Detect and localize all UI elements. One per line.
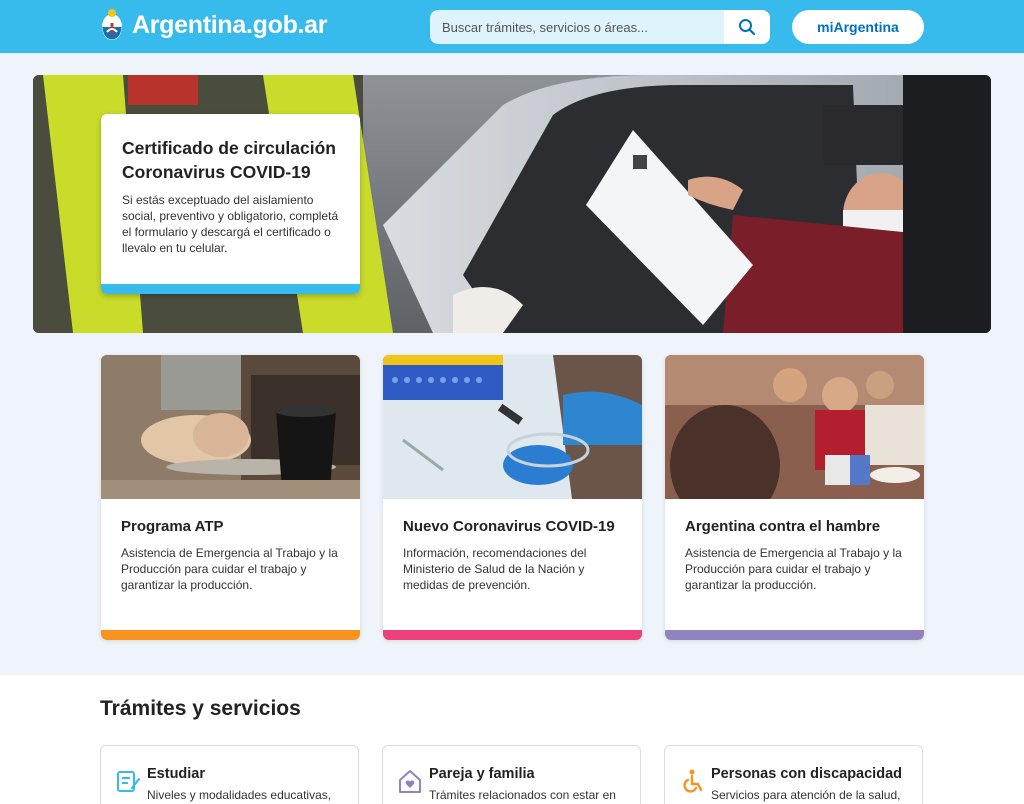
hero-accent-bar [101, 284, 360, 294]
education-icon [117, 771, 141, 792]
service-card-discapacidad[interactable]: Personas con discapacidad Servicios para… [664, 745, 923, 804]
service-description: Trámites relacionados con estar en [429, 788, 616, 802]
wheelchair-icon [683, 769, 703, 793]
feature-accent-bar [101, 630, 360, 640]
coat-of-arms-icon [102, 9, 122, 40]
feature-card-covid[interactable]: Nuevo Coronavirus COVID-19 Información, … [383, 355, 642, 640]
feature-accent-bar [665, 630, 924, 640]
site-name: Argentina.gob.ar [132, 10, 328, 39]
feature-description: Información, recomendaciones del Ministe… [403, 546, 587, 592]
atp-photo [101, 355, 360, 499]
feature-title: Argentina contra el hambre [685, 518, 881, 535]
site-logo[interactable]: Argentina.gob.ar [100, 8, 328, 42]
search-icon [739, 19, 756, 36]
service-title: Estudiar [147, 766, 206, 782]
search-button[interactable] [724, 10, 770, 44]
covid-lab-photo [383, 355, 642, 499]
service-title: Personas con discapacidad [711, 766, 902, 782]
family-home-icon [399, 770, 421, 793]
search-box [430, 10, 770, 44]
hero-description: Si estás exceptuado del aislamiento soci… [122, 193, 339, 255]
service-title: Pareja y familia [429, 766, 535, 782]
feature-description: Asistencia de Emergencia al Trabajo y la… [121, 546, 338, 592]
service-card-estudiar[interactable]: Estudiar Niveles y modalidades educativa… [100, 745, 359, 804]
feature-card-atp[interactable]: Programa ATP Asistencia de Emergencia al… [101, 355, 360, 640]
feature-card-hambre[interactable]: Argentina contra el hambre Asistencia de… [665, 355, 924, 640]
service-description: Servicios para atención de la salud, [711, 788, 901, 802]
feature-title: Programa ATP [121, 518, 224, 535]
section-title: Trámites y servicios [100, 697, 301, 720]
hero-card[interactable]: Certificado de circulación Coronavirus C… [101, 114, 360, 294]
feature-description: Asistencia de Emergencia al Trabajo y la… [685, 546, 902, 592]
search-input[interactable] [430, 10, 724, 44]
top-header: Argentina.gob.ar miArgentina [0, 0, 1024, 53]
service-description: Niveles y modalidades educativas, [147, 788, 332, 802]
service-card-pareja-familia[interactable]: Pareja y familia Trámites relacionados c… [382, 745, 641, 804]
hero-title: Certificado de circulación Coronavirus C… [122, 138, 336, 182]
feature-title: Nuevo Coronavirus COVID-19 [403, 518, 615, 535]
children-dining-photo [665, 355, 924, 499]
miargentina-button[interactable]: miArgentina [792, 10, 924, 44]
feature-accent-bar [383, 630, 642, 640]
